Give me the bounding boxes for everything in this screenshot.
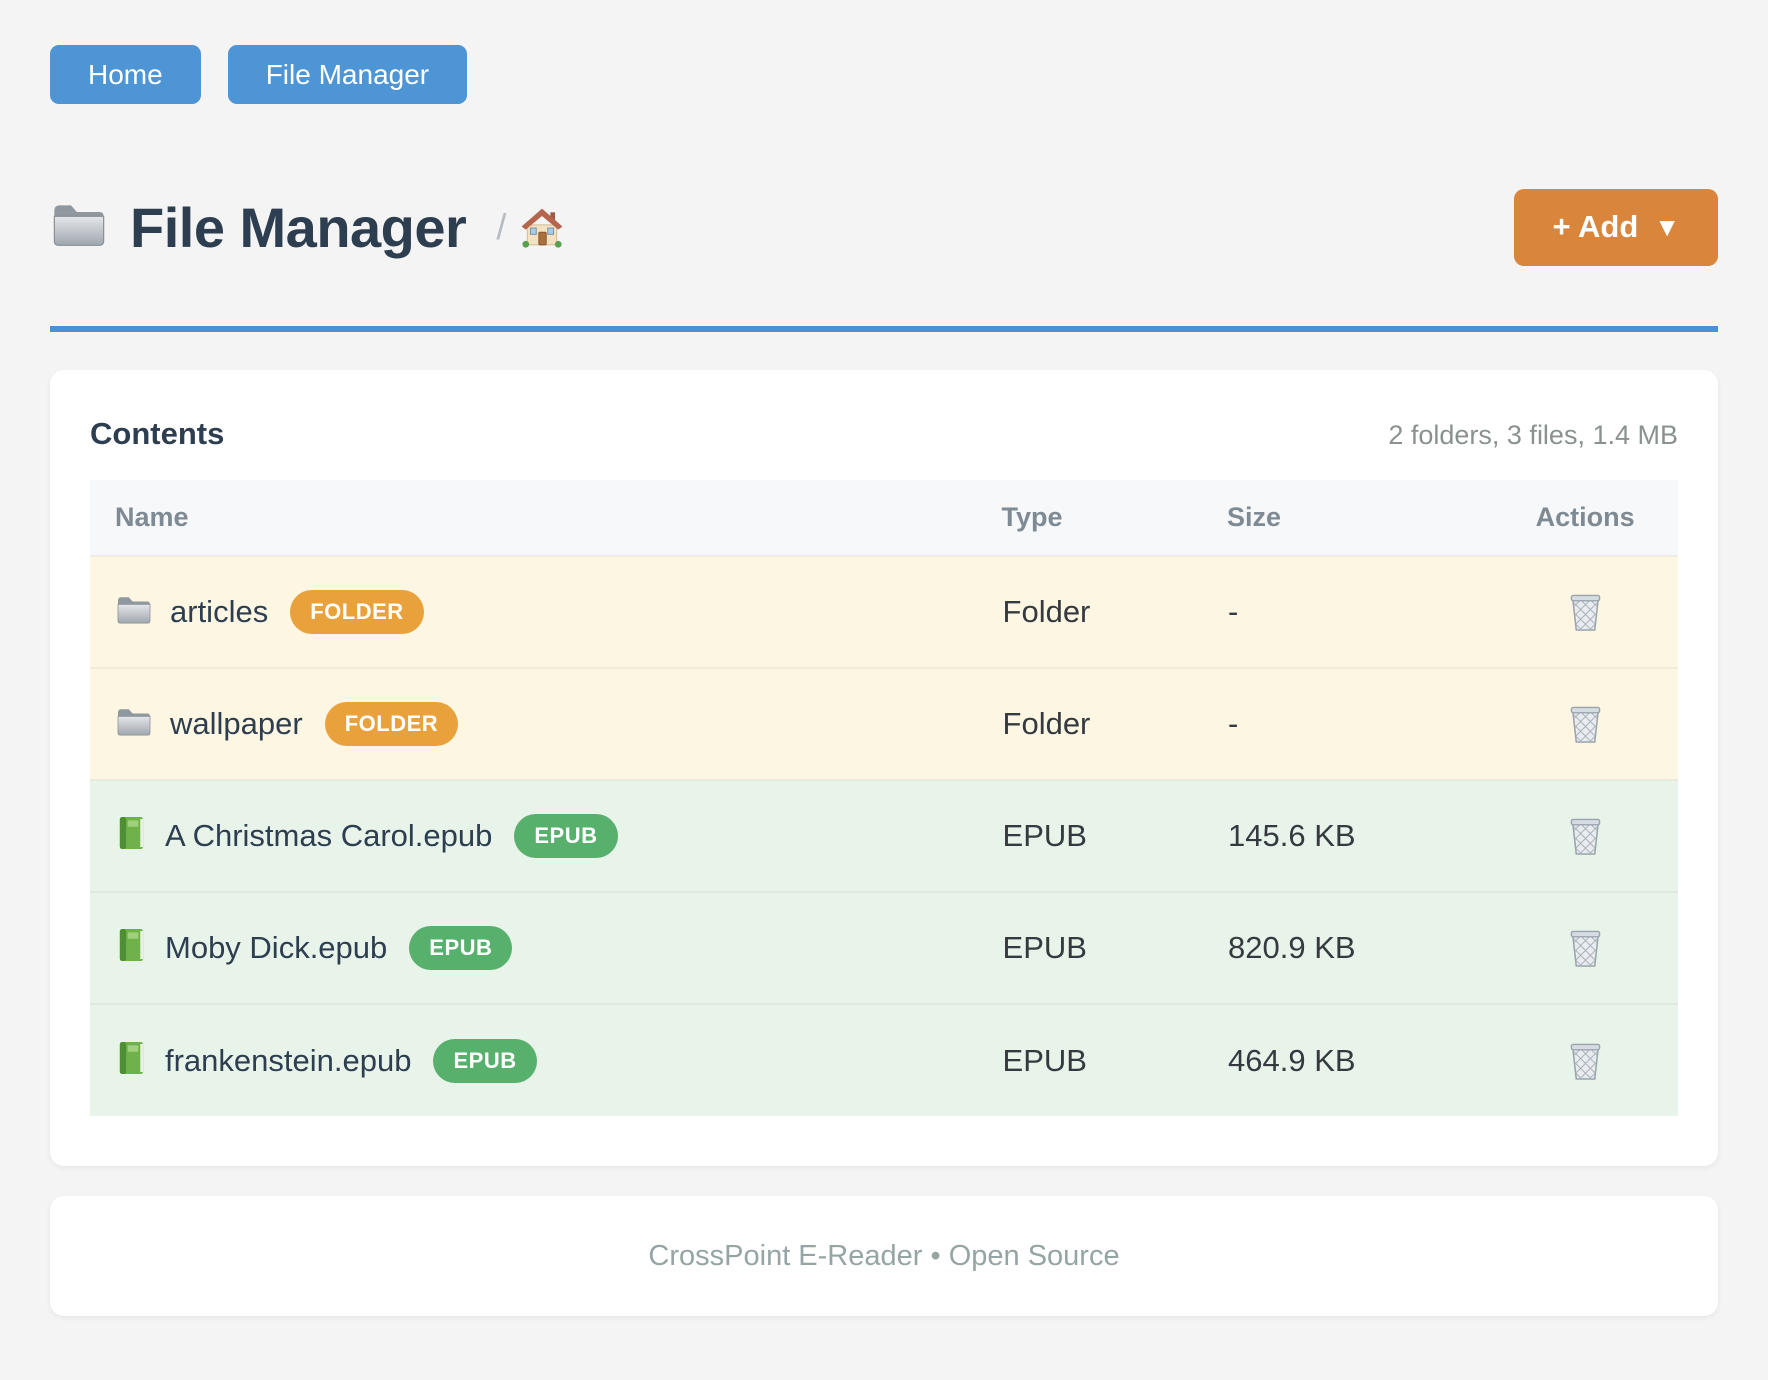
column-header-actions: Actions	[1492, 480, 1678, 556]
column-header-type: Type	[1002, 480, 1227, 556]
type-badge: FOLDER	[290, 590, 423, 634]
green-book-icon	[115, 815, 148, 857]
page: Home File Manager File Manager / + Add ▼…	[0, 0, 1768, 1316]
delete-button[interactable]	[1564, 699, 1607, 748]
table-row: frankenstein.epub EPUB EPUB 464.9 KB	[90, 1004, 1678, 1116]
file-name-link[interactable]: A Christmas Carol.epub	[165, 818, 492, 854]
table-row: A Christmas Carol.epub EPUB EPUB 145.6 K…	[90, 780, 1678, 892]
type-badge: EPUB	[433, 1039, 536, 1083]
table-row: Moby Dick.epub EPUB EPUB 820.9 KB	[90, 892, 1678, 1004]
delete-button[interactable]	[1564, 811, 1607, 860]
file-name-link[interactable]: articles	[170, 594, 268, 630]
file-name-link[interactable]: frankenstein.epub	[165, 1043, 411, 1079]
type-cell: EPUB	[1002, 1004, 1227, 1116]
contents-card: Contents 2 folders, 3 files, 1.4 MB Name…	[50, 370, 1718, 1166]
size-cell: 145.6 KB	[1227, 780, 1492, 892]
house-icon[interactable]	[520, 206, 564, 248]
file-table: Name Type Size Actions articles FOLDER F…	[90, 480, 1678, 1116]
nav-button-home[interactable]: Home	[50, 45, 201, 104]
footer: CrossPoint E-Reader • Open Source	[50, 1196, 1718, 1316]
nav-button-file-manager[interactable]: File Manager	[228, 45, 467, 104]
folder-icon	[115, 706, 153, 743]
file-name-link[interactable]: wallpaper	[170, 706, 303, 742]
type-cell: EPUB	[1002, 892, 1227, 1004]
trash-icon	[1568, 1069, 1603, 1084]
footer-text: CrossPoint E-Reader • Open Source	[648, 1240, 1119, 1273]
type-cell: EPUB	[1002, 780, 1227, 892]
breadcrumb-separator: /	[496, 206, 506, 248]
type-badge: EPUB	[514, 814, 617, 858]
trash-icon	[1568, 732, 1603, 747]
column-header-size: Size	[1227, 480, 1492, 556]
delete-button[interactable]	[1564, 923, 1607, 972]
top-nav: Home File Manager	[50, 45, 1718, 104]
folder-icon	[50, 200, 108, 255]
add-button-label: + Add	[1552, 209, 1638, 245]
delete-button[interactable]	[1564, 587, 1607, 636]
trash-icon	[1568, 956, 1603, 971]
folder-icon	[115, 594, 153, 631]
trash-icon	[1568, 844, 1603, 859]
delete-button[interactable]	[1564, 1036, 1607, 1085]
type-badge: EPUB	[409, 926, 512, 970]
contents-heading: Contents	[90, 416, 224, 452]
column-header-name: Name	[90, 480, 1002, 556]
size-cell: -	[1227, 668, 1492, 780]
trash-icon	[1568, 620, 1603, 635]
page-title: File Manager	[130, 195, 466, 260]
green-book-icon	[115, 1040, 148, 1082]
type-badge: FOLDER	[325, 702, 458, 746]
table-row: wallpaper FOLDER Folder -	[90, 668, 1678, 780]
green-book-icon	[115, 927, 148, 969]
page-header: File Manager / + Add ▼	[50, 188, 1718, 266]
contents-card-header: Contents 2 folders, 3 files, 1.4 MB	[90, 416, 1678, 452]
title-divider	[50, 326, 1718, 332]
file-name-link[interactable]: Moby Dick.epub	[165, 930, 387, 966]
add-button[interactable]: + Add ▼	[1514, 189, 1718, 266]
contents-summary: 2 folders, 3 files, 1.4 MB	[1388, 420, 1678, 451]
table-header-row: Name Type Size Actions	[90, 480, 1678, 556]
size-cell: 464.9 KB	[1227, 1004, 1492, 1116]
size-cell: 820.9 KB	[1227, 892, 1492, 1004]
size-cell: -	[1227, 556, 1492, 668]
type-cell: Folder	[1002, 556, 1227, 668]
caret-down-icon: ▼	[1654, 212, 1680, 243]
type-cell: Folder	[1002, 668, 1227, 780]
table-row: articles FOLDER Folder -	[90, 556, 1678, 668]
